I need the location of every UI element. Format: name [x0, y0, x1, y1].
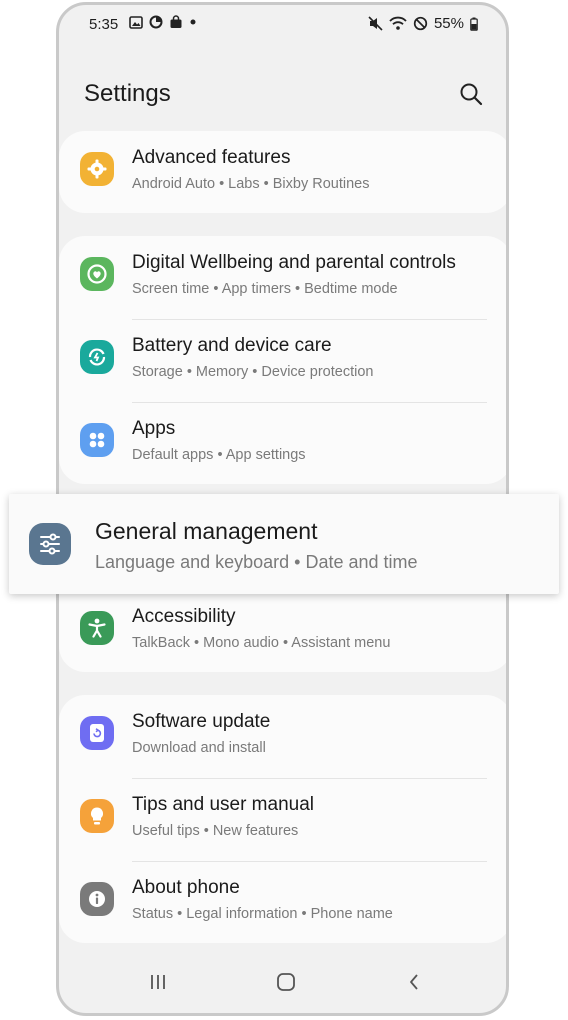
sliders-icon: [40, 533, 60, 555]
item-title: General management: [95, 518, 318, 544]
page-title: Settings: [84, 80, 171, 107]
back-icon: [410, 974, 418, 990]
item-title: Tips and user manual: [132, 794, 315, 815]
item-subtitle: Screen time • App timers • Bedtime mode: [132, 281, 398, 297]
search-button[interactable]: [458, 81, 484, 107]
wellbeing-icon: [87, 264, 107, 284]
item-subtitle: Status • Legal information • Phone name: [132, 906, 393, 922]
back-button[interactable]: [399, 969, 429, 995]
item-subtitle: Language and keyboard • Date and time: [95, 552, 418, 572]
settings-item-about-phone[interactable]: About phone Status • Legal information •…: [59, 861, 506, 943]
bag-icon: [170, 15, 182, 28]
battery-percent: 55%: [433, 15, 464, 32]
card-device: Digital Wellbeing and parental controls …: [59, 236, 506, 484]
block-icon: [413, 16, 428, 31]
apps-grid-icon: [89, 432, 105, 448]
recents-button[interactable]: [143, 969, 173, 995]
item-subtitle: Storage • Memory • Device protection: [132, 364, 374, 380]
item-subtitle: TalkBack • Mono audio • Assistant menu: [132, 635, 391, 651]
item-subtitle: Default apps • App settings: [132, 447, 306, 463]
data-saver-icon: [149, 15, 163, 29]
device-care-icon: [88, 348, 106, 366]
item-title: Digital Wellbeing and parental controls: [132, 252, 456, 273]
item-title: Software update: [132, 711, 271, 732]
accessibility-icon: [88, 618, 106, 638]
mute-icon: [368, 16, 383, 31]
item-title: About phone: [132, 877, 240, 898]
dot-icon: [190, 19, 196, 25]
item-title: Apps: [132, 418, 176, 439]
search-icon: [460, 83, 483, 106]
settings-item-advanced-features[interactable]: Advanced features Android Auto • Labs • …: [59, 131, 506, 213]
navigation-bar: [59, 953, 506, 1013]
home-icon: [277, 973, 295, 991]
wifi-icon: [389, 16, 407, 30]
item-subtitle: Android Auto • Labs • Bixby Routines: [132, 176, 370, 192]
recents-icon: [151, 975, 165, 989]
gallery-icon: [129, 15, 143, 29]
status-bar: 5:35 55%: [59, 5, 506, 43]
settings-item-digital-wellbeing[interactable]: Digital Wellbeing and parental controls …: [59, 236, 506, 318]
settings-item-software-update[interactable]: Software update Download and install: [59, 695, 506, 777]
info-icon: [89, 891, 105, 907]
battery-icon: [470, 17, 478, 31]
card-info: Software update Download and install Tip…: [59, 695, 506, 943]
item-title: Advanced features: [132, 147, 291, 168]
item-title: Accessibility: [132, 606, 236, 627]
home-button[interactable]: [271, 969, 301, 995]
item-subtitle: Download and install: [132, 740, 266, 756]
gear-plus-icon: [87, 159, 107, 179]
item-subtitle: Useful tips • New features: [132, 823, 299, 839]
lightbulb-icon: [90, 807, 104, 825]
card-advanced: Advanced features Android Auto • Labs • …: [59, 131, 506, 213]
settings-item-accessibility[interactable]: Accessibility TalkBack • Mono audio • As…: [59, 590, 506, 672]
status-time: 5:35: [89, 16, 119, 33]
settings-item-general-management[interactable]: General management Language and keyboard…: [9, 494, 559, 594]
software-update-icon: [90, 724, 104, 742]
settings-item-apps[interactable]: Apps Default apps • App settings: [59, 402, 506, 484]
item-title: Battery and device care: [132, 335, 332, 356]
settings-item-tips-manual[interactable]: Tips and user manual Useful tips • New f…: [59, 778, 506, 860]
settings-item-battery-device-care[interactable]: Battery and device care Storage • Memory…: [59, 319, 506, 401]
